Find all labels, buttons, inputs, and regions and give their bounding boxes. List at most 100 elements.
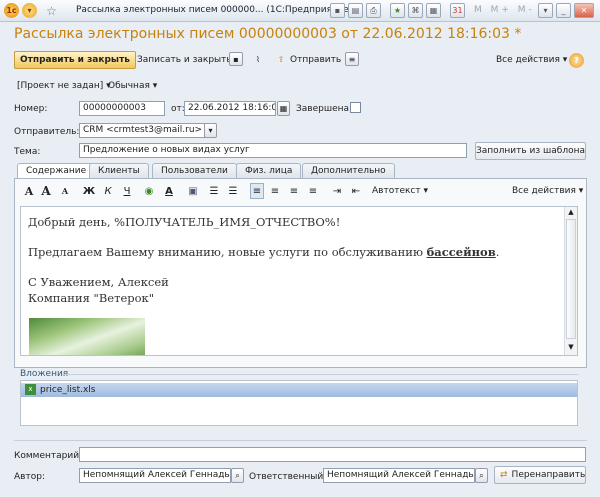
document-icon[interactable]: ▤ <box>348 3 363 18</box>
subject-label: Тема: <box>14 147 41 157</box>
editor-offer-link[interactable]: бассейнов <box>427 245 496 259</box>
attachments-label: Вложения <box>20 369 69 379</box>
all-actions-menu[interactable]: Все действия ▾ <box>496 52 567 68</box>
fill-from-template-button[interactable]: Заполнить из шаблона <box>475 142 586 160</box>
embedded-image <box>29 318 145 355</box>
editor-all-actions-menu[interactable]: Все действия ▾ <box>512 183 583 199</box>
redirect-icon: ⇄ <box>500 470 508 480</box>
minimize-icon[interactable]: _ <box>556 3 571 18</box>
author-field[interactable]: Непомнящий Алексей Геннадьевич <box>79 468 231 483</box>
increase-font-icon[interactable]: A <box>39 183 53 199</box>
comment-label: Комментарий: <box>14 451 83 461</box>
responsible-label: Ответственный: <box>249 472 327 482</box>
document-title: Рассылка электронных писем 00000000003 о… <box>14 26 522 42</box>
priority-label: Обычная <box>108 81 150 91</box>
scroll-down-icon[interactable]: ▼ <box>566 343 576 353</box>
editor-offer-end: . <box>495 245 500 259</box>
menu-icon[interactable]: ▾ <box>22 3 37 18</box>
priority-selector[interactable]: Обычная ▾ <box>108 78 157 94</box>
author-search-icon[interactable]: ⌕ <box>231 468 244 483</box>
send-button[interactable]: Отправить <box>290 52 341 68</box>
number-label: Номер: <box>14 104 48 114</box>
tab-content[interactable]: Содержание <box>17 163 96 179</box>
font-icon[interactable]: A <box>22 183 36 199</box>
help-icon[interactable]: ? <box>569 53 584 68</box>
autotext-menu[interactable]: Автотекст ▾ <box>372 183 428 199</box>
align-center-icon[interactable]: ≡ <box>268 183 282 199</box>
calendar-icon[interactable]: ▦ <box>277 101 290 116</box>
scroll-thumb[interactable] <box>566 219 576 339</box>
scroll-up-icon[interactable]: ▲ <box>566 208 576 218</box>
save-and-close-button[interactable]: Записать и закрыть <box>137 52 232 68</box>
indent-icon[interactable]: ⇥ <box>330 183 344 199</box>
decrease-font-icon[interactable]: A <box>58 183 72 199</box>
editor-all-actions-label: Все действия <box>512 186 576 196</box>
bullet-list-icon[interactable]: ☰ <box>207 183 221 199</box>
redirect-label: Перенаправить <box>511 470 586 480</box>
sender-label: Отправитель: <box>14 127 80 137</box>
editor-greeting: Добрый день, %ПОЛУЧАТЕЛЬ_ИМЯ_ОТЧЕСТВО%! <box>28 215 341 229</box>
window-list-icon[interactable]: ▾ <box>538 3 553 18</box>
print-preview-icon[interactable]: ⎙ <box>366 3 381 18</box>
save-icon[interactable]: ▪ <box>330 3 345 18</box>
app-logo-icon[interactable]: 1c <box>4 3 19 18</box>
paperclip-icon[interactable]: ⌇ <box>251 52 265 66</box>
align-justify-icon[interactable]: ≡ <box>306 183 320 199</box>
redirect-button[interactable]: ⇄ Перенаправить <box>494 466 586 484</box>
background-color-icon[interactable]: ◉ <box>142 183 156 199</box>
excel-file-icon: x <box>25 384 36 395</box>
close-icon[interactable]: ✕ <box>574 3 594 18</box>
editor-regards: С Уважением, Алексей <box>28 275 169 289</box>
editor-scrollbar[interactable]: ▲ ▼ <box>564 207 577 355</box>
all-actions-label: Все действия <box>496 55 560 65</box>
number-field[interactable]: 00000000003 <box>79 101 165 116</box>
dropdown-arrow-icon[interactable]: ▾ <box>204 123 217 138</box>
attachments-divider <box>62 374 578 375</box>
bold-icon[interactable]: Ж <box>82 183 96 199</box>
editor-offer-text: Предлагаем Вашему вниманию, новые услуги… <box>28 245 427 259</box>
author-label: Автор: <box>14 472 45 482</box>
project-label: [Проект не задан] <box>17 81 104 91</box>
send-icon[interactable]: ⇪ <box>274 52 288 66</box>
editor-company: Компания "Ветерок" <box>28 291 155 305</box>
completed-label: Завершена: <box>296 104 353 114</box>
favorite-star-icon[interactable]: ☆ <box>44 3 59 18</box>
footer-divider <box>14 440 587 441</box>
italic-icon[interactable]: К <box>101 183 115 199</box>
add-favorite-icon[interactable]: ★ <box>390 3 405 18</box>
attachment-name: price_list.xls <box>40 385 96 395</box>
editor-offer-line: Предлагаем Вашему вниманию, новые услуги… <box>28 245 499 259</box>
date-label: от: <box>171 104 185 114</box>
tab-additional[interactable]: Дополнительно <box>302 163 395 178</box>
outdent-icon[interactable]: ⇤ <box>349 183 363 199</box>
calendar-icon[interactable]: 31 <box>450 3 465 18</box>
project-selector[interactable]: [Проект не задан] ▾ <box>17 78 111 94</box>
tab-individuals[interactable]: Физ. лица <box>236 163 302 178</box>
subject-field[interactable]: Предложение о новых видах услуг <box>79 143 467 158</box>
responsible-search-icon[interactable]: ⌕ <box>475 468 488 483</box>
autotext-label: Автотекст <box>372 186 421 196</box>
window-titlebar: 1c ▾ ☆ Рассылка электронных писем 000000… <box>0 0 600 22</box>
tab-clients[interactable]: Клиенты <box>89 163 149 178</box>
send-and-close-button[interactable]: Отправить и закрыть <box>14 51 136 69</box>
completed-checkbox[interactable] <box>350 102 361 113</box>
attachment-icon[interactable]: ⌘ <box>408 3 423 18</box>
numbered-list-icon[interactable]: ☰ <box>226 183 240 199</box>
text-color-icon[interactable]: A <box>162 183 176 199</box>
insert-image-icon[interactable]: ▣ <box>186 183 200 199</box>
date-field[interactable]: 22.06.2012 18:16:03 <box>184 101 276 116</box>
align-left-icon[interactable]: ≡ <box>250 183 264 199</box>
responsible-field[interactable]: Непомнящий Алексей Геннадьевич <box>323 468 475 483</box>
attachment-row[interactable]: x price_list.xls <box>21 383 577 397</box>
memory-buttons[interactable]: M M+ M- <box>474 5 535 15</box>
report-icon[interactable]: ≡ <box>345 52 359 66</box>
window-title: Рассылка электронных писем 000000... (1С… <box>76 5 353 15</box>
tab-users[interactable]: Пользователи <box>152 163 237 178</box>
save-icon[interactable]: ▪ <box>229 52 243 66</box>
message-editor[interactable]: Добрый день, %ПОЛУЧАТЕЛЬ_ИМЯ_ОТЧЕСТВО%! … <box>20 206 578 356</box>
sender-field[interactable]: CRM <crmtest3@mail.ru> <box>79 123 205 138</box>
calculator-icon[interactable]: ▦ <box>426 3 441 18</box>
align-right-icon[interactable]: ≡ <box>287 183 301 199</box>
comment-field[interactable] <box>79 447 586 462</box>
underline-icon[interactable]: Ч <box>120 183 134 199</box>
